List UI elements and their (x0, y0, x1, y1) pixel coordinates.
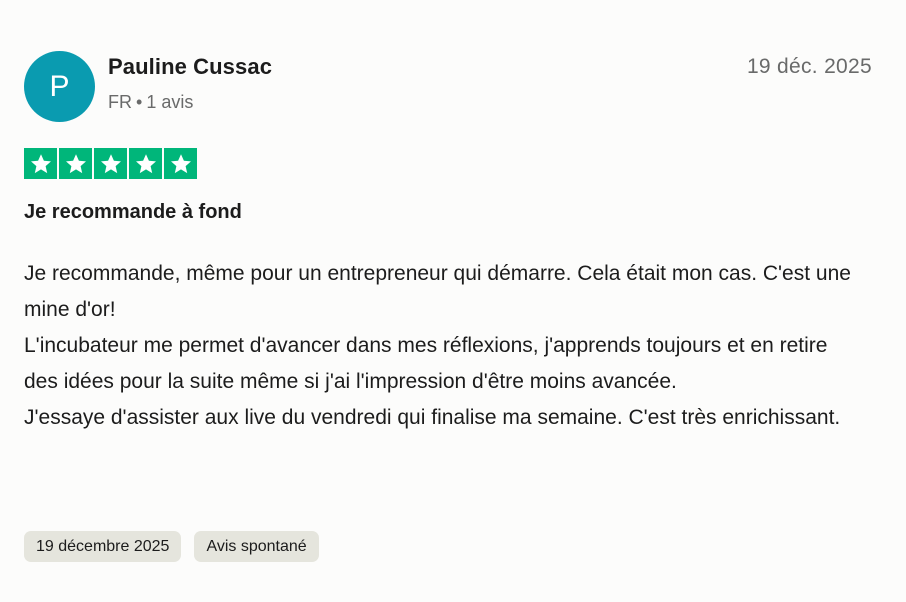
review-paragraph: J'essaye d'assister aux live du vendredi… (24, 406, 841, 429)
star-icon (94, 148, 127, 179)
review-title: Je recommande à fond (24, 201, 242, 223)
star-icon (129, 148, 162, 179)
review-paragraph: Je recommande, même pour un entrepreneur… (24, 262, 851, 321)
star-icon (59, 148, 92, 179)
experience-date-tag: 19 décembre 2025 (24, 531, 182, 562)
review-body: Je recommande, même pour un entrepreneur… (24, 256, 864, 436)
author-name[interactable]: Pauline Cussac (108, 54, 272, 80)
author-country: FR (108, 92, 132, 112)
author-review-count: 1 avis (146, 92, 194, 112)
review-tags: 19 décembre 2025 Avis spontané (24, 531, 319, 562)
avatar-initial: P (49, 69, 70, 103)
star-rating (24, 148, 197, 179)
meta-separator: • (136, 92, 143, 112)
review-paragraph: L'incubateur me permet d'avancer dans me… (24, 334, 828, 393)
star-icon (24, 148, 57, 179)
spontaneous-review-tag[interactable]: Avis spontané (194, 531, 319, 562)
star-icon (164, 148, 197, 179)
review-card: P Pauline Cussac FR • 1 avis 19 déc. 2025 … (0, 0, 906, 602)
avatar[interactable]: P (24, 51, 95, 122)
review-date: 19 déc. 2025 (746, 55, 872, 78)
author-meta: FR • 1 avis (108, 92, 193, 113)
